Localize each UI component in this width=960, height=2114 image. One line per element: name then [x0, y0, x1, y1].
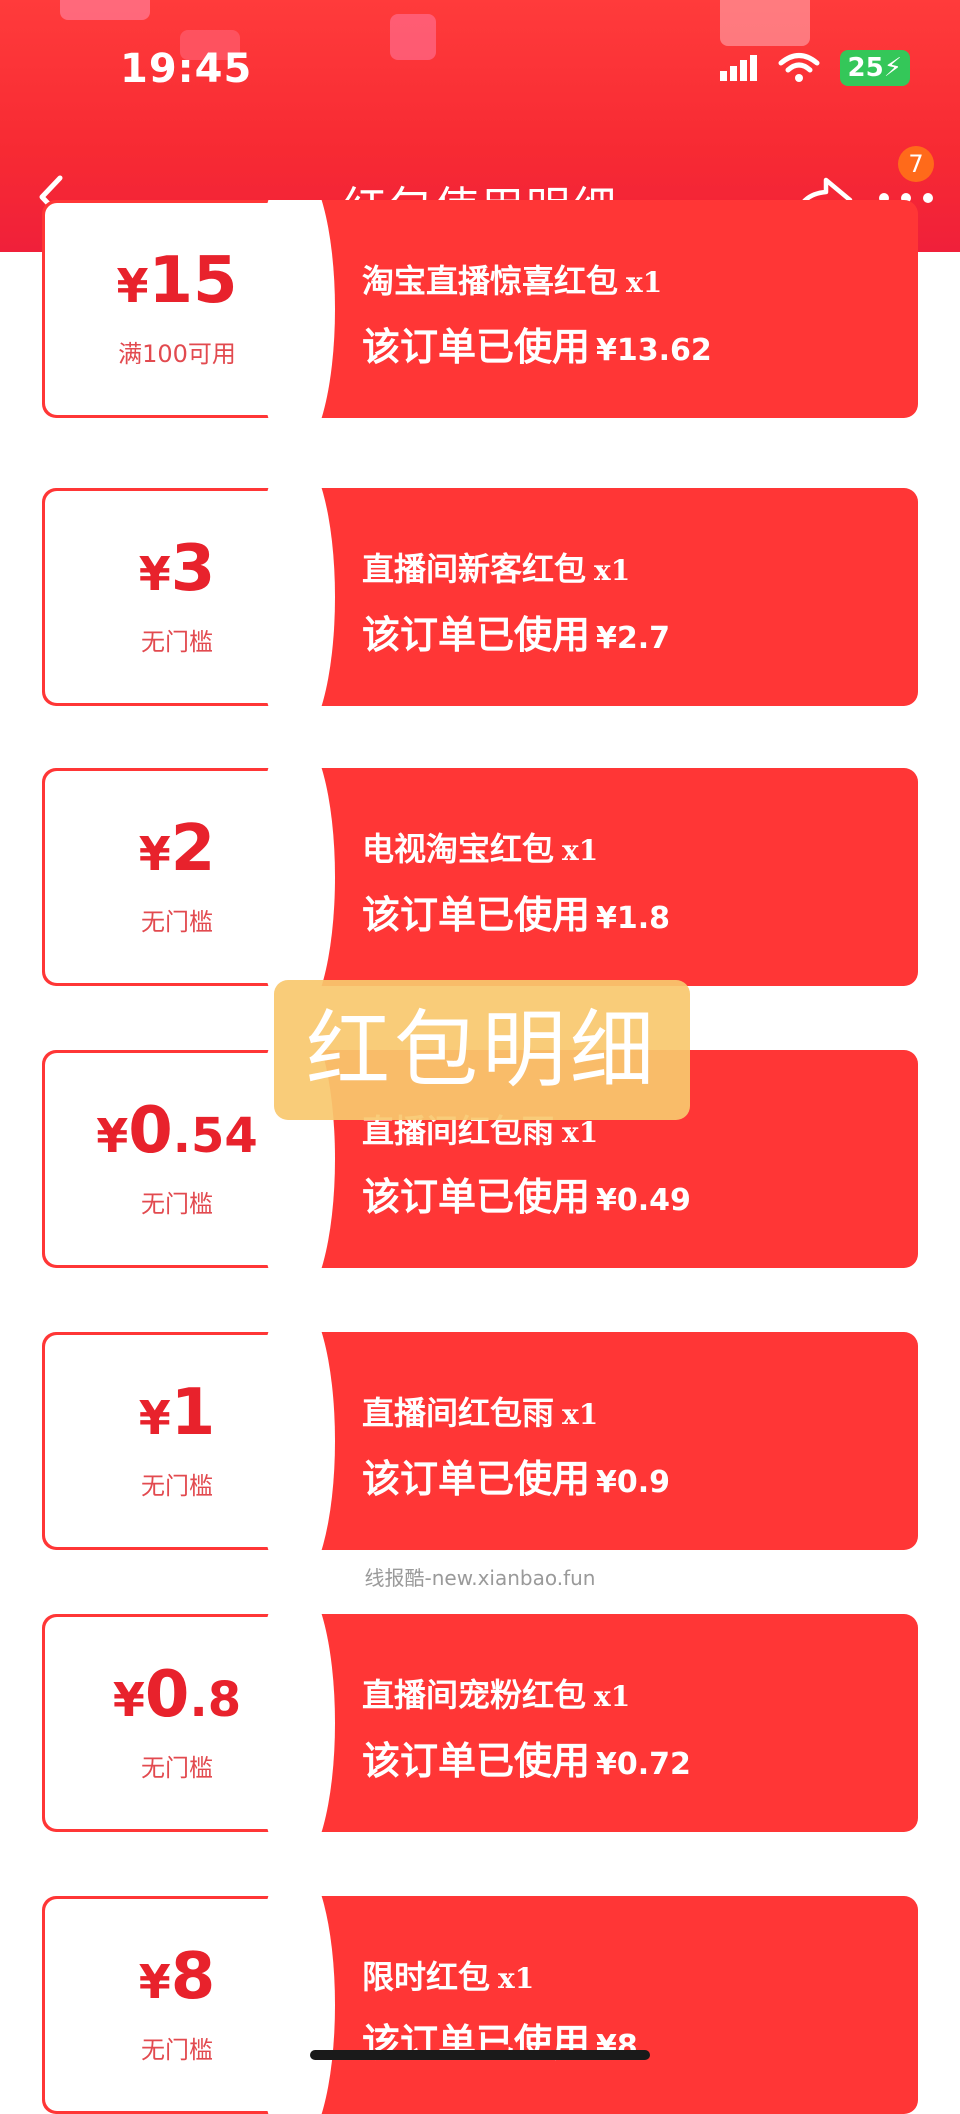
home-indicator [310, 2050, 650, 2060]
currency-symbol: ¥ [138, 827, 171, 881]
usage-condition: 无门槛 [141, 1190, 213, 1218]
amount-integer: 15 [148, 244, 238, 318]
decoration [390, 14, 436, 60]
amount-integer: 3 [170, 532, 216, 606]
used-label: 该订单已使用 [362, 325, 591, 369]
amount-integer: 2 [170, 812, 216, 886]
amount-integer: 1 [170, 1376, 216, 1450]
currency-symbol: ¥ [116, 259, 149, 313]
packet-amount: ¥0.54 [42, 1094, 312, 1168]
packet-quantity: x1 [498, 1962, 535, 1995]
amount-integer: 0 [128, 1094, 173, 1168]
battery-indicator: 25⚡ [839, 50, 910, 86]
redpacket-card[interactable]: ¥0.8 无门槛 直播间宠粉红包 x1 该订单已使用 ¥0.72 [42, 1614, 918, 1832]
wifi-icon [778, 53, 820, 82]
redpacket-card[interactable]: ¥1 无门槛 直播间红包雨 x1 该订单已使用 ¥0.9 [42, 1332, 918, 1550]
currency-symbol: ¥ [138, 1391, 171, 1445]
packet-quantity: x1 [626, 266, 663, 299]
usage-condition: 无门槛 [141, 908, 213, 936]
currency-symbol: ¥ [96, 1109, 129, 1163]
used-amount: ¥0.49 [596, 1183, 691, 1218]
usage-condition: 无门槛 [141, 1754, 213, 1782]
packet-name: 限时红包 [362, 1958, 491, 1996]
packet-quantity: x1 [562, 1398, 599, 1431]
redpacket-card[interactable]: ¥15 满100可用 淘宝直播惊喜红包 x1 该订单已使用 ¥13.62 [42, 200, 918, 418]
redpacket-card[interactable]: ¥2 无门槛 电视淘宝红包 x1 该订单已使用 ¥1.8 [42, 768, 918, 986]
packet-name-row: 直播间红包雨 x1 [362, 1388, 598, 1434]
used-row: 该订单已使用 ¥13.62 [362, 316, 712, 371]
amount-decimal: .54 [172, 1108, 258, 1164]
used-row: 该订单已使用 ¥0.9 [362, 1448, 670, 1503]
signal-icon [719, 55, 757, 81]
watermark: 红包明细 [274, 980, 690, 1120]
usage-condition: 满100可用 [118, 340, 236, 368]
amount-integer: 0 [144, 1658, 190, 1732]
used-amount: ¥2.7 [596, 621, 671, 656]
packet-name: 直播间新客红包 [362, 550, 587, 588]
redpacket-card[interactable]: ¥3 无门槛 直播间新客红包 x1 该订单已使用 ¥2.7 [42, 488, 918, 706]
packet-amount: ¥15 [42, 244, 312, 318]
packet-name: 电视淘宝红包 [362, 830, 555, 868]
packet-amount: ¥1 [42, 1376, 312, 1450]
currency-symbol: ¥ [138, 1955, 171, 2009]
packet-name-row: 限时红包 x1 [362, 1952, 534, 1998]
usage-condition: 无门槛 [141, 2036, 213, 2064]
packet-amount: ¥0.8 [42, 1658, 312, 1732]
redpacket-card[interactable]: ¥8 无门槛 限时红包 x1 该订单已使用 ¥8 [42, 1896, 918, 2114]
packet-name-row: 直播间新客红包 x1 [362, 544, 630, 590]
packet-name: 淘宝直播惊喜红包 [362, 262, 619, 300]
used-amount: ¥0.72 [596, 1747, 691, 1782]
packet-amount: ¥2 [42, 812, 312, 886]
packet-name-row: 电视淘宝红包 x1 [362, 824, 598, 870]
status-time: 19:45 [120, 46, 253, 92]
packet-quantity: x1 [594, 1680, 631, 1713]
packet-quantity: x1 [594, 554, 631, 587]
currency-symbol: ¥ [112, 1673, 145, 1727]
used-amount: ¥0.9 [596, 1465, 671, 1500]
battery-level: 25 [847, 53, 884, 83]
used-amount: ¥1.8 [596, 901, 671, 936]
notification-badge: 7 [898, 146, 934, 182]
packet-amount: ¥3 [42, 532, 312, 606]
packet-name: 直播间红包雨 [362, 1394, 555, 1432]
used-label: 该订单已使用 [362, 613, 591, 657]
used-row: 该订单已使用 ¥2.7 [362, 604, 670, 659]
currency-symbol: ¥ [138, 547, 171, 601]
decoration [720, 0, 810, 46]
packet-quantity: x1 [562, 834, 599, 867]
packet-name-row: 淘宝直播惊喜红包 x1 [362, 256, 662, 302]
usage-condition: 无门槛 [141, 1472, 213, 1500]
packet-amount: ¥8 [42, 1940, 312, 2014]
used-label: 该订单已使用 [362, 893, 591, 937]
used-row: 该订单已使用 ¥0.72 [362, 1730, 691, 1785]
packet-name-row: 直播间宠粉红包 x1 [362, 1670, 630, 1716]
decoration [60, 0, 150, 20]
used-row: 该订单已使用 ¥1.8 [362, 884, 670, 939]
site-watermark: 线报酷-new.xianbao.fun [364, 1566, 596, 1590]
used-row: 该订单已使用 ¥0.49 [362, 1166, 691, 1221]
amount-decimal: .8 [189, 1672, 242, 1728]
usage-condition: 无门槛 [141, 628, 213, 656]
used-label: 该订单已使用 [362, 1457, 591, 1501]
amount-integer: 8 [170, 1940, 216, 2014]
packet-name: 直播间宠粉红包 [362, 1676, 587, 1714]
used-amount: ¥13.62 [596, 333, 712, 368]
status-icons: 25⚡ [718, 50, 910, 86]
used-label: 该订单已使用 [362, 1739, 591, 1783]
packet-quantity: x1 [562, 1116, 599, 1149]
used-label: 该订单已使用 [362, 1175, 591, 1219]
